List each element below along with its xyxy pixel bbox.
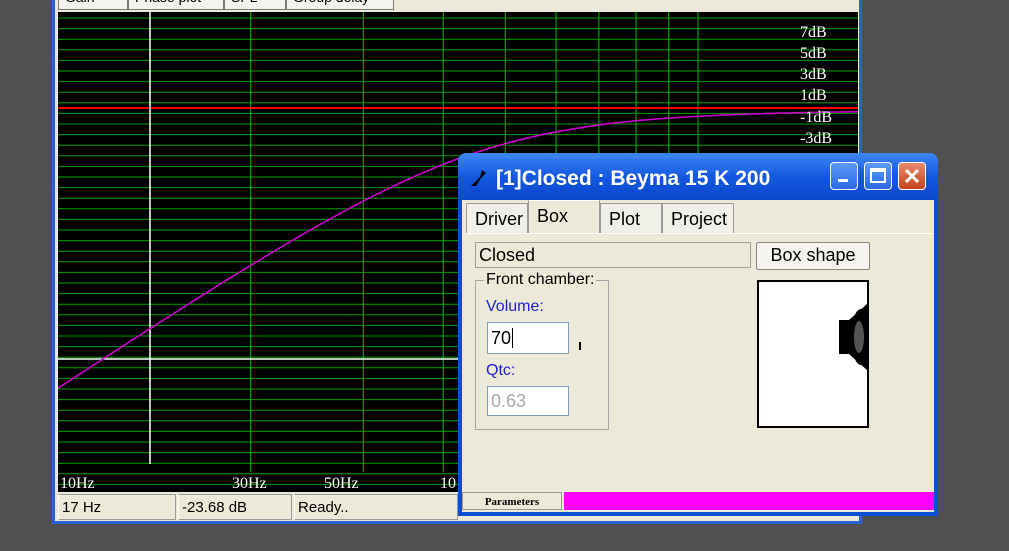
db-label-minus3: -3dB bbox=[800, 130, 832, 147]
dialog-status-bar: Parameters bbox=[462, 488, 934, 510]
qtc-field: 0.63 bbox=[487, 386, 569, 416]
text-caret bbox=[512, 328, 514, 348]
tab-plot[interactable]: Plot bbox=[600, 203, 662, 233]
parameters-label: Parameters bbox=[462, 492, 562, 510]
tab-gain[interactable]: Gain bbox=[58, 0, 128, 10]
db-label-1: 1dB bbox=[800, 87, 827, 104]
box-properties-dialog: [1]Closed : Beyma 15 K 200 Driver Box Pl… bbox=[458, 153, 938, 516]
close-button[interactable] bbox=[898, 162, 926, 190]
minimize-icon bbox=[838, 179, 848, 182]
close-icon bbox=[904, 168, 920, 184]
box-tab-panel: Closed Box shape Front chamber: Volume: … bbox=[466, 233, 932, 489]
speaker-driver-icon bbox=[839, 304, 867, 370]
qtc-label: Qtc: bbox=[486, 362, 516, 379]
volume-unit-mark bbox=[579, 342, 581, 350]
box-shape-preview bbox=[757, 280, 869, 428]
db-label-5: 5dB bbox=[800, 45, 827, 62]
tab-spl[interactable]: SPL bbox=[224, 0, 286, 10]
db-label-7: 7dB bbox=[800, 24, 827, 41]
progress-bar bbox=[564, 492, 934, 510]
tab-phase-plot[interactable]: Phase plot bbox=[128, 0, 224, 10]
db-label-minus1: -1dB bbox=[800, 109, 832, 126]
maximize-button[interactable] bbox=[864, 162, 892, 190]
hz-label-50: 50Hz bbox=[324, 475, 359, 492]
tab-project[interactable]: Project bbox=[662, 203, 734, 233]
maximize-icon bbox=[870, 168, 886, 183]
dialog-body: Driver Box Plot Project Closed Box shape… bbox=[462, 200, 934, 512]
volume-label: Volume: bbox=[486, 298, 544, 315]
box-type-field: Closed bbox=[475, 242, 751, 268]
front-chamber-label: Front chamber: bbox=[484, 271, 597, 289]
hz-label-100: 10 bbox=[440, 475, 456, 492]
volume-value: 70 bbox=[491, 328, 512, 348]
dialog-title-bar[interactable]: [1]Closed : Beyma 15 K 200 bbox=[458, 153, 938, 200]
plot-tab-strip: Gain Phase plot SPL Group delay bbox=[52, 0, 862, 12]
speaker-app-icon bbox=[471, 170, 486, 186]
status-frequency: 17 Hz bbox=[58, 494, 176, 520]
hz-label-10: 10Hz bbox=[60, 475, 95, 492]
minimize-button[interactable] bbox=[830, 162, 858, 190]
db-label-3: 3dB bbox=[800, 66, 827, 83]
tab-group-delay[interactable]: Group delay bbox=[286, 0, 394, 10]
tab-box[interactable]: Box bbox=[528, 200, 600, 234]
status-message: Ready.. bbox=[294, 494, 458, 520]
box-shape-button[interactable]: Box shape bbox=[756, 242, 870, 270]
tab-driver[interactable]: Driver bbox=[466, 203, 528, 233]
status-level: -23.68 dB bbox=[178, 494, 292, 520]
volume-input[interactable]: 70 bbox=[487, 322, 569, 354]
dialog-title: [1]Closed : Beyma 15 K 200 bbox=[496, 167, 771, 190]
hz-label-30: 30Hz bbox=[232, 475, 267, 492]
status-bar: 17 Hz -23.68 dB Ready.. bbox=[58, 494, 458, 520]
